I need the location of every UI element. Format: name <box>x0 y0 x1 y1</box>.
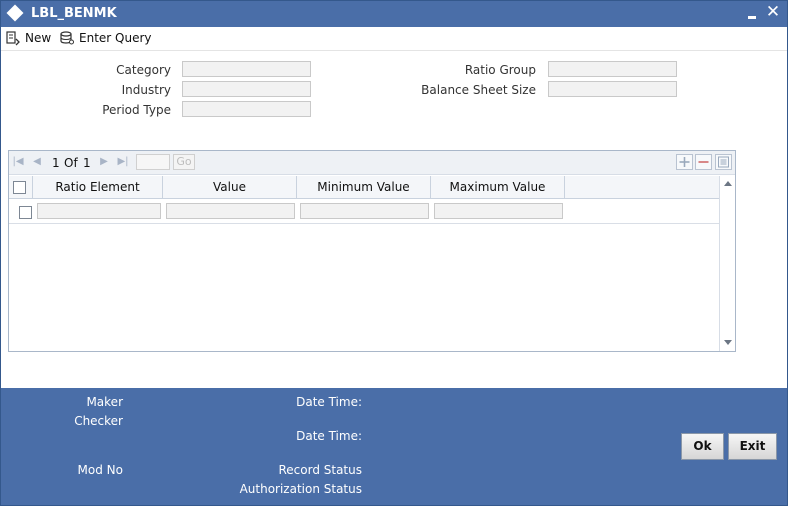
add-row-button[interactable] <box>676 154 693 170</box>
maker-label: Maker <box>86 395 123 409</box>
column-header-minimum-value[interactable]: Minimum Value <box>297 176 431 199</box>
column-header-ratio-element[interactable]: Ratio Element <box>33 176 163 199</box>
new-button-label: New <box>25 31 52 45</box>
benchmark-window: LBL_BENMK ✕ New Enter Query Category Ind… <box>0 0 788 506</box>
ratio-group-label: Ratio Group <box>464 63 536 77</box>
row-checkbox[interactable] <box>19 206 32 219</box>
plus-icon <box>679 157 690 167</box>
mod-no-label: Mod No <box>77 463 123 477</box>
scroll-up-icon[interactable] <box>724 181 732 186</box>
first-page-icon[interactable]: |◀ <box>12 156 24 168</box>
minimum-value-input[interactable] <box>300 203 429 219</box>
maker-date-time-label: Date Time: <box>296 395 362 409</box>
scroll-down-icon[interactable] <box>724 340 732 345</box>
column-header-value[interactable]: Value <box>163 176 297 199</box>
record-status-label: Record Status <box>278 463 362 477</box>
last-page-icon[interactable]: ▶| <box>117 156 129 168</box>
select-all-checkbox[interactable] <box>13 181 26 194</box>
single-view-button[interactable] <box>715 154 732 170</box>
checker-date-time-label: Date Time: <box>296 429 362 443</box>
minimize-icon[interactable] <box>745 4 759 22</box>
enter-query-button-label: Enter Query <box>79 31 152 45</box>
exit-button[interactable]: Exit <box>728 433 777 460</box>
page-number-input[interactable] <box>136 154 170 170</box>
enter-query-button[interactable]: Enter Query <box>59 29 152 47</box>
app-logo-icon <box>6 4 24 22</box>
industry-field[interactable] <box>182 81 311 97</box>
authorization-status-label: Authorization Status <box>239 482 362 496</box>
period-type-label: Period Type <box>102 103 171 117</box>
delete-row-button[interactable] <box>695 154 712 170</box>
list-view-icon <box>718 156 729 168</box>
period-type-field[interactable] <box>182 101 311 117</box>
category-field[interactable] <box>182 61 311 77</box>
close-icon[interactable]: ✕ <box>765 2 781 22</box>
ok-button[interactable]: Ok <box>681 433 724 460</box>
value-input[interactable] <box>166 203 295 219</box>
category-label: Category <box>116 63 171 77</box>
page-of-label: Of <box>64 156 78 170</box>
new-button[interactable]: New <box>5 29 51 47</box>
ratio-group-field[interactable] <box>548 61 677 77</box>
grid-pagination: |◀ ◀ 1 Of 1 ▶ ▶| Go <box>9 151 735 175</box>
table-row <box>9 200 719 224</box>
checker-label: Checker <box>74 414 123 428</box>
new-document-icon <box>6 31 20 46</box>
column-header-maximum-value[interactable]: Maximum Value <box>431 176 565 199</box>
minus-icon <box>698 161 709 163</box>
balance-sheet-size-label: Balance Sheet Size <box>421 83 536 97</box>
ratio-element-input[interactable] <box>37 203 161 219</box>
industry-label: Industry <box>121 83 171 97</box>
total-pages: 1 <box>83 156 91 170</box>
balance-sheet-size-field[interactable] <box>548 81 677 97</box>
title-bar: LBL_BENMK ✕ <box>1 1 787 27</box>
toolbar: New Enter Query <box>1 27 787 51</box>
window-title: LBL_BENMK <box>31 6 117 21</box>
audit-footer: Maker Checker Mod No Date Time: Date Tim… <box>1 388 787 505</box>
select-all-cell <box>9 176 33 199</box>
previous-page-icon[interactable]: ◀ <box>31 156 43 168</box>
next-page-icon[interactable]: ▶ <box>98 156 110 168</box>
go-button[interactable]: Go <box>173 154 195 170</box>
current-page: 1 <box>52 156 60 170</box>
grid-vertical-scrollbar[interactable] <box>719 176 735 351</box>
database-query-icon <box>60 31 74 45</box>
maximum-value-input[interactable] <box>434 203 563 219</box>
grid-header: Ratio Element Value Minimum Value Maximu… <box>9 176 719 199</box>
ratio-grid: |◀ ◀ 1 Of 1 ▶ ▶| Go Ratio Element Value … <box>8 150 736 352</box>
